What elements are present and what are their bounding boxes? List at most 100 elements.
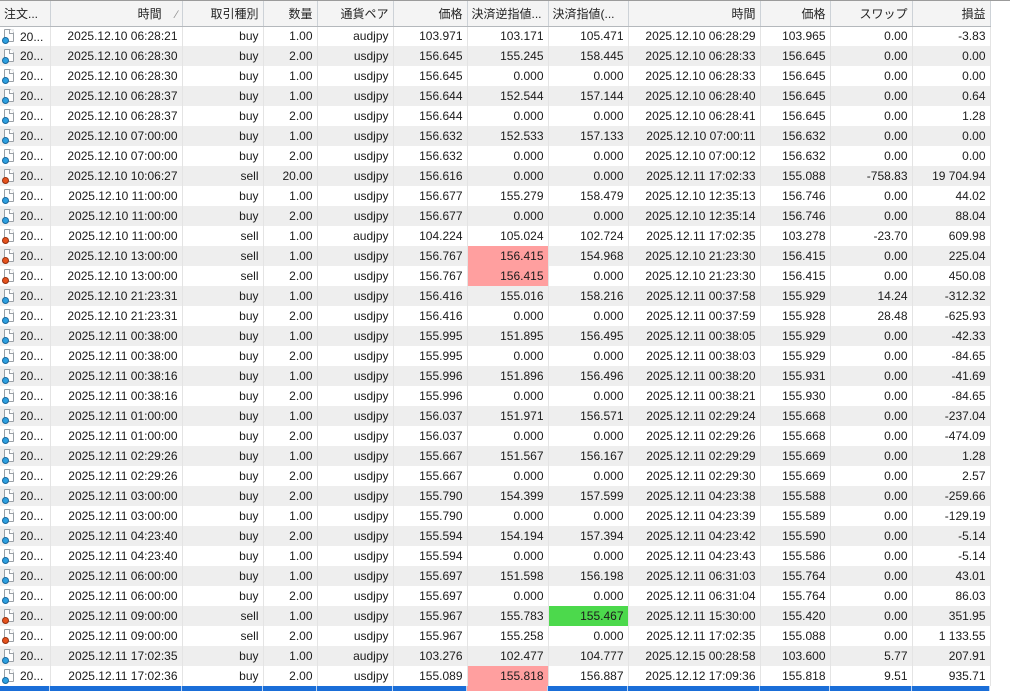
swap-cell: 0.00 [830,626,913,646]
table-row[interactable]: 20... 2025.12.11 17:02:36 buy 2.00 usdjp… [0,666,991,686]
order-number: 20... [20,409,44,424]
table-row[interactable]: 20... 2025.12.11 04:23:40 buy 1.00 usdjp… [0,546,991,566]
table-row[interactable]: 20... 2025.12.11 03:00:00 buy 1.00 usdjp… [0,506,991,526]
column-header-type[interactable]: 取引種別 [182,1,264,27]
column-header-swap[interactable]: スワップ [830,1,913,27]
table-header: 注文... 時間 ∕ 取引種別 数量 通貨ペア 価格 決済逆指値... 決済指値(… [0,1,991,27]
table-row[interactable]: 20... 2025.12.11 03:00:00 buy 2.00 usdjp… [0,486,991,506]
order-number: 20... [20,129,44,144]
trade-type-cell: buy [182,666,264,686]
column-header-takeprofit[interactable]: 決済指値(... [548,1,629,27]
table-row[interactable]: 20... 2025.12.11 01:00:00 buy 1.00 usdjp… [0,406,991,426]
table-row[interactable]: 20... 2025.12.10 07:00:00 buy 2.00 usdjp… [0,146,991,166]
open-price-cell: 155.967 [393,626,468,646]
takeprofit-cell: 0.000 [548,266,629,286]
profit-cell: 0.64 [912,86,991,106]
close-time-cell: 2025.12.10 06:28:29 [628,26,761,46]
column-header-profit[interactable]: 損益 [912,1,991,27]
table-row[interactable]: 20... 2025.12.10 07:00:00 buy 1.00 usdjp… [0,126,991,146]
close-price-cell: 103.600 [760,646,831,666]
buy-order-icon [2,28,16,44]
volume-cell: 1.00 [263,566,318,586]
swap-cell: 0.00 [830,606,913,626]
close-price-cell: 155.088 [760,166,831,186]
takeprofit-cell: 157.599 [548,486,629,506]
symbol-cell: usdjpy [317,666,394,686]
trade-type-cell: sell [182,626,264,646]
column-header-volume[interactable]: 数量 [263,1,318,27]
table-row[interactable]: 20... 2025.12.11 09:00:00 sell 2.00 usdj… [0,626,991,646]
swap-cell: 0.00 [830,466,913,486]
table-row[interactable]: 20... 2025.12.11 02:29:26 buy 2.00 usdjp… [0,466,991,486]
close-time-cell: 2025.12.11 04:23:39 [628,506,761,526]
column-header-open-time[interactable]: 時間 ∕ [50,1,183,27]
table-row[interactable]: 20... 2025.12.10 06:28:30 buy 1.00 usdjp… [0,66,991,86]
close-price-cell: 155.931 [760,366,831,386]
open-time-cell: 2025.12.10 06:28:21 [50,26,183,46]
sell-order-icon [2,608,16,624]
profit-cell: 1.28 [912,106,991,126]
table-row[interactable]: 20... 2025.12.10 11:00:00 sell 1.00 audj… [0,226,991,246]
column-header-close-price[interactable]: 価格 [760,1,831,27]
table-row[interactable]: 20... 2025.12.11 06:00:00 buy 2.00 usdjp… [0,586,991,606]
volume-cell: 1.00 [263,226,318,246]
trade-type-cell: buy [182,126,264,146]
open-price-cell: 156.632 [393,146,468,166]
close-time-cell: 2025.12.10 12:35:13 [628,186,761,206]
table-row[interactable]: 20... 2025.12.10 13:00:00 sell 1.00 usdj… [0,246,991,266]
profit-cell: -129.19 [912,506,991,526]
close-price-cell: 155.929 [760,346,831,366]
close-time-cell: 2025.12.11 00:38:21 [628,386,761,406]
swap-cell: 0.00 [830,526,913,546]
swap-cell: 0.00 [830,346,913,366]
symbol-cell: usdjpy [317,286,394,306]
swap-cell: 9.51 [830,666,913,686]
table-row[interactable]: 20... 2025.12.10 06:28:30 buy 2.00 usdjp… [0,46,991,66]
table-row[interactable]: 20... 2025.12.10 21:23:31 buy 1.00 usdjp… [0,286,991,306]
swap-cell: 0.00 [830,206,913,226]
symbol-cell: usdjpy [317,126,394,146]
table-row[interactable]: 20... 2025.12.10 06:28:37 buy 2.00 usdjp… [0,106,991,126]
table-row[interactable]: 20... 2025.12.11 00:38:00 buy 2.00 usdjp… [0,346,991,366]
table-row[interactable]: 20... 2025.12.11 00:38:16 buy 2.00 usdjp… [0,386,991,406]
table-row[interactable]: 20... 2025.12.11 04:23:40 buy 2.00 usdjp… [0,526,991,546]
table-row[interactable]: 20... 2025.12.11 01:00:00 buy 2.00 usdjp… [0,426,991,446]
trade-type-cell: sell [182,166,264,186]
column-header-symbol[interactable]: 通貨ペア [317,1,394,27]
profit-cell: 0.00 [912,46,991,66]
close-price-cell: 155.764 [760,566,831,586]
table-row[interactable]: 20... 2025.12.11 09:00:00 sell 1.00 usdj… [0,606,991,626]
stoploss-cell: 0.000 [467,166,549,186]
table-row[interactable]: 20... 2025.12.10 06:28:37 buy 1.00 usdjp… [0,86,991,106]
trade-type-cell: buy [182,466,264,486]
table-row[interactable]: 20... 2025.12.11 17:02:35 buy 1.00 audjp… [0,646,991,666]
column-header-open-price[interactable]: 価格 [393,1,468,27]
table-row[interactable]: 20... 2025.12.11 02:29:26 buy 1.00 usdjp… [0,446,991,466]
open-time-cell: 2025.12.11 17:02:35 [50,646,183,666]
open-time-cell: 2025.12.10 21:23:31 [50,286,183,306]
column-header-close-time[interactable]: 時間 [628,1,761,27]
column-header-order[interactable]: 注文... [0,1,51,27]
close-time-cell: 2025.12.10 21:23:30 [628,266,761,286]
column-header-stoploss[interactable]: 決済逆指値... [467,1,549,27]
table-row[interactable]: 20... 2025.12.11 00:38:00 buy 1.00 usdjp… [0,326,991,346]
table-row[interactable]: 20... 2025.12.10 11:00:00 buy 1.00 usdjp… [0,186,991,206]
open-time-cell: 2025.12.11 03:00:00 [50,486,183,506]
buy-order-icon [2,468,16,484]
swap-cell: 0.00 [830,446,913,466]
selected-partial-row[interactable] [0,686,990,691]
buy-order-icon [2,388,16,404]
close-price-cell: 155.929 [760,286,831,306]
table-row[interactable]: 20... 2025.12.10 10:06:27 sell 20.00 usd… [0,166,991,186]
trade-type-cell: buy [182,486,264,506]
table-row[interactable]: 20... 2025.12.10 06:28:21 buy 1.00 audjp… [0,26,991,46]
volume-cell: 2.00 [263,626,318,646]
table-row[interactable]: 20... 2025.12.10 11:00:00 buy 2.00 usdjp… [0,206,991,226]
table-row[interactable]: 20... 2025.12.11 06:00:00 buy 1.00 usdjp… [0,566,991,586]
table-row[interactable]: 20... 2025.12.11 00:38:16 buy 1.00 usdjp… [0,366,991,386]
table-row[interactable]: 20... 2025.12.10 13:00:00 sell 2.00 usdj… [0,266,991,286]
table-row[interactable]: 20... 2025.12.10 21:23:31 buy 2.00 usdjp… [0,306,991,326]
close-time-cell: 2025.12.15 00:28:58 [628,646,761,666]
sell-order-icon [2,268,16,284]
profit-cell: -237.04 [912,406,991,426]
